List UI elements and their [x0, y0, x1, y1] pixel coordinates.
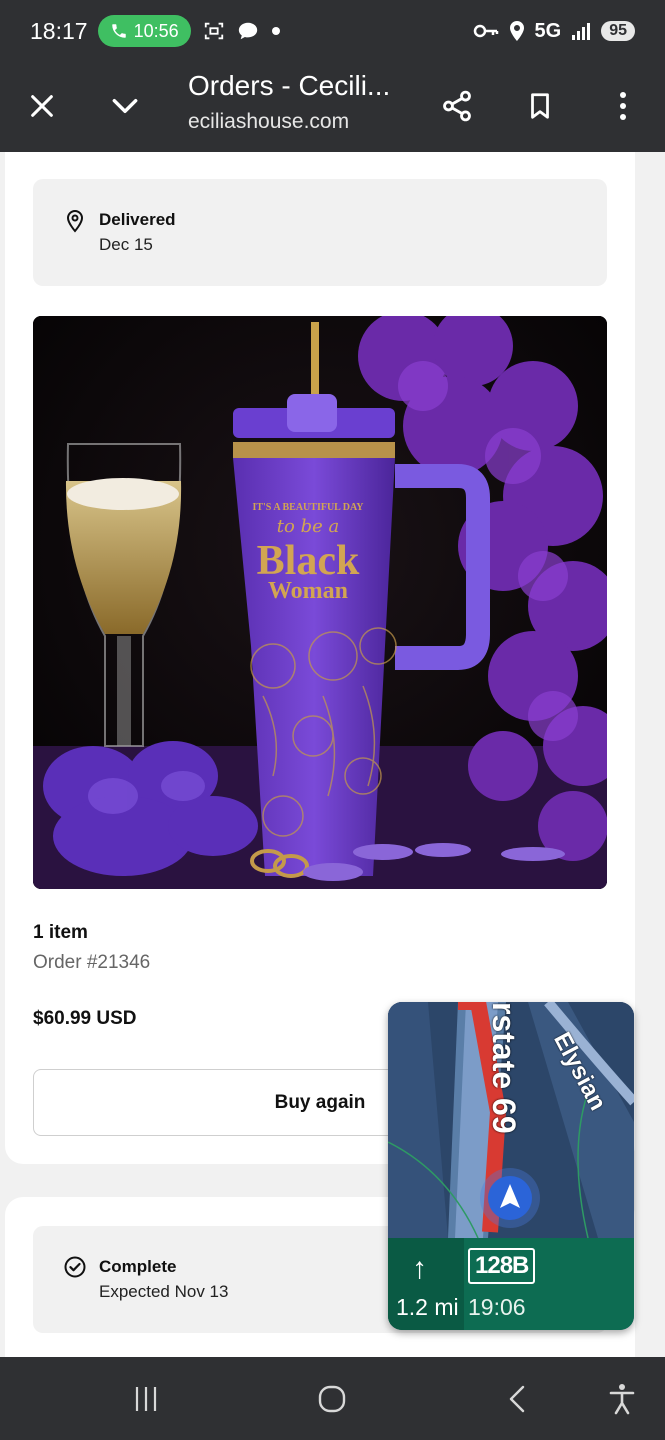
more-vert-icon [620, 92, 626, 120]
notification-dot-icon [271, 27, 280, 35]
tumbler-photo: IT'S A BEAUTIFUL DAY to be a Black Woman [33, 316, 607, 889]
product-text-line2: to be a [277, 516, 339, 537]
maps-instruction-bar: ↑ 1.2 mi 128B 19:06 [388, 1238, 634, 1330]
completion-status: Complete [99, 1257, 177, 1276]
phone-icon [111, 24, 126, 38]
product-image[interactable]: IT'S A BEAUTIFUL DAY to be a Black Woman [33, 316, 607, 889]
close-button[interactable] [20, 84, 64, 128]
system-nav-bar [0, 1357, 665, 1440]
chat-bubble-icon [238, 22, 257, 40]
call-timer: 10:56 [133, 20, 179, 41]
ongoing-call-chip[interactable]: 10:56 [97, 15, 191, 47]
accessibility-button[interactable] [600, 1377, 644, 1421]
chevron-down-icon [112, 98, 138, 114]
maps-eta: 19:06 [468, 1294, 526, 1320]
status-bar: 18:17 10:56 5G 95 [0, 0, 665, 62]
close-icon [31, 95, 53, 117]
signal-icon [572, 23, 591, 40]
network-type: 5G [534, 19, 562, 42]
share-button[interactable] [435, 84, 479, 128]
screenshot-icon [204, 22, 223, 40]
page-title: Orders - Cecili... [188, 70, 391, 101]
share-icon [443, 90, 471, 122]
bookmark-icon [531, 93, 549, 119]
order-price: $60.99 USD [33, 1008, 137, 1029]
road-label-interstate: rstate 69 [486, 1002, 522, 1134]
maps-navigation-pip[interactable]: rstate 69 Elysian ↑ 1.2 mi 128B 19:06 [388, 1002, 634, 1330]
location-pin-icon [66, 209, 84, 233]
product-text-line1: IT'S A BEAUTIFUL DAY [252, 502, 364, 513]
location-icon [509, 21, 524, 41]
delivery-status-box: Delivered Dec 15 [33, 179, 607, 286]
order-number: Order #21346 [33, 952, 151, 973]
custom-tab-toolbar: Orders - Cecili... eciliashouse.com [0, 62, 665, 152]
page-url[interactable]: eciliashouse.com [188, 110, 349, 134]
accessibility-icon [609, 1384, 635, 1415]
more-options-button[interactable] [601, 84, 645, 128]
status-time: 18:17 [30, 17, 88, 44]
straight-arrow-icon: ↑ [412, 1252, 427, 1285]
battery-indicator: 95 [601, 21, 635, 41]
maps-distance: 1.2 mi [396, 1294, 459, 1320]
item-count: 1 item [33, 922, 88, 943]
bookmark-button[interactable] [518, 84, 562, 128]
delivery-date: Dec 15 [99, 235, 153, 254]
back-icon [509, 1385, 525, 1413]
delivery-status: Delivered [99, 210, 176, 229]
product-text-line4: Woman [268, 578, 348, 604]
back-button[interactable] [496, 1377, 540, 1421]
home-button[interactable] [310, 1377, 354, 1421]
vpn-key-icon [473, 24, 498, 38]
recent-apps-button[interactable] [124, 1377, 168, 1421]
home-icon [318, 1385, 346, 1413]
maps-turn-panel: ↑ 1.2 mi [388, 1238, 464, 1330]
maps-exit-number: 128B [468, 1248, 536, 1284]
minimize-button[interactable] [103, 84, 147, 128]
recent-apps-icon [135, 1387, 157, 1411]
check-circle-icon [64, 1256, 86, 1278]
expected-date: Expected Nov 13 [99, 1282, 229, 1301]
